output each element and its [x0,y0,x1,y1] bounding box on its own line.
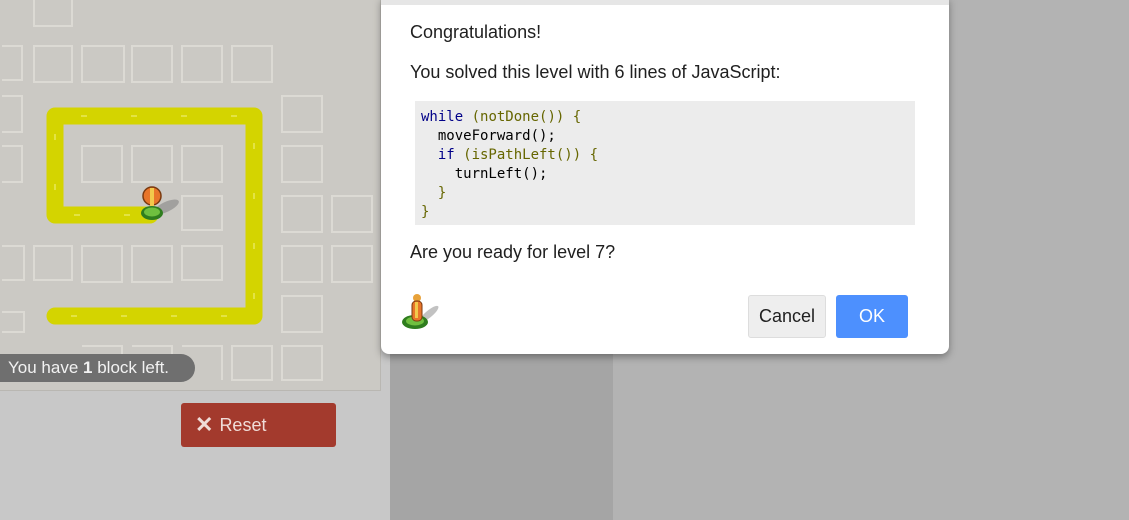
code-line-5: } [421,185,447,201]
code-line-1: (notDone()) { [463,109,582,125]
maze-board [0,0,381,391]
blocks-left-suffix: block left. [97,358,170,377]
dialog-top-bar [381,0,949,5]
code-line-3-keyword: if [421,147,455,163]
blocks-left-prefix: You have [8,358,79,377]
code-line-2: moveForward(); [421,128,556,144]
maze-svg [2,0,373,381]
code-line-4: turnLeft(); [421,166,548,182]
pegman-icon [402,294,439,329]
code-line-3: (isPathLeft()) { [454,147,599,163]
maze-pegman [141,186,179,220]
code-listing: while (notDone()) { moveForward(); if (i… [415,101,915,225]
ok-button[interactable]: OK [836,295,908,338]
close-icon: ✕ [195,412,214,437]
blocks-left-count: 1 [83,358,93,377]
dialog-title: Congratulations! [410,22,542,42]
cancel-button[interactable]: Cancel [748,295,826,338]
reset-label: Reset [219,414,267,435]
dialog-next-level-text: Are you ready for level 7? [410,242,616,262]
blocks-left-indicator: You have 1 block left. [0,354,195,382]
dialog-solved-text: You solved this level with 6 lines of Ja… [410,62,781,82]
maze-panel: You have 1 block left. ✕ Reset [0,0,390,520]
code-line-6: } [421,204,430,220]
reset-button[interactable]: ✕ Reset [181,403,336,447]
code-line-1-keyword: while [421,109,464,125]
congratulations-dialog: Congratulations! You solved this level w… [381,0,949,354]
